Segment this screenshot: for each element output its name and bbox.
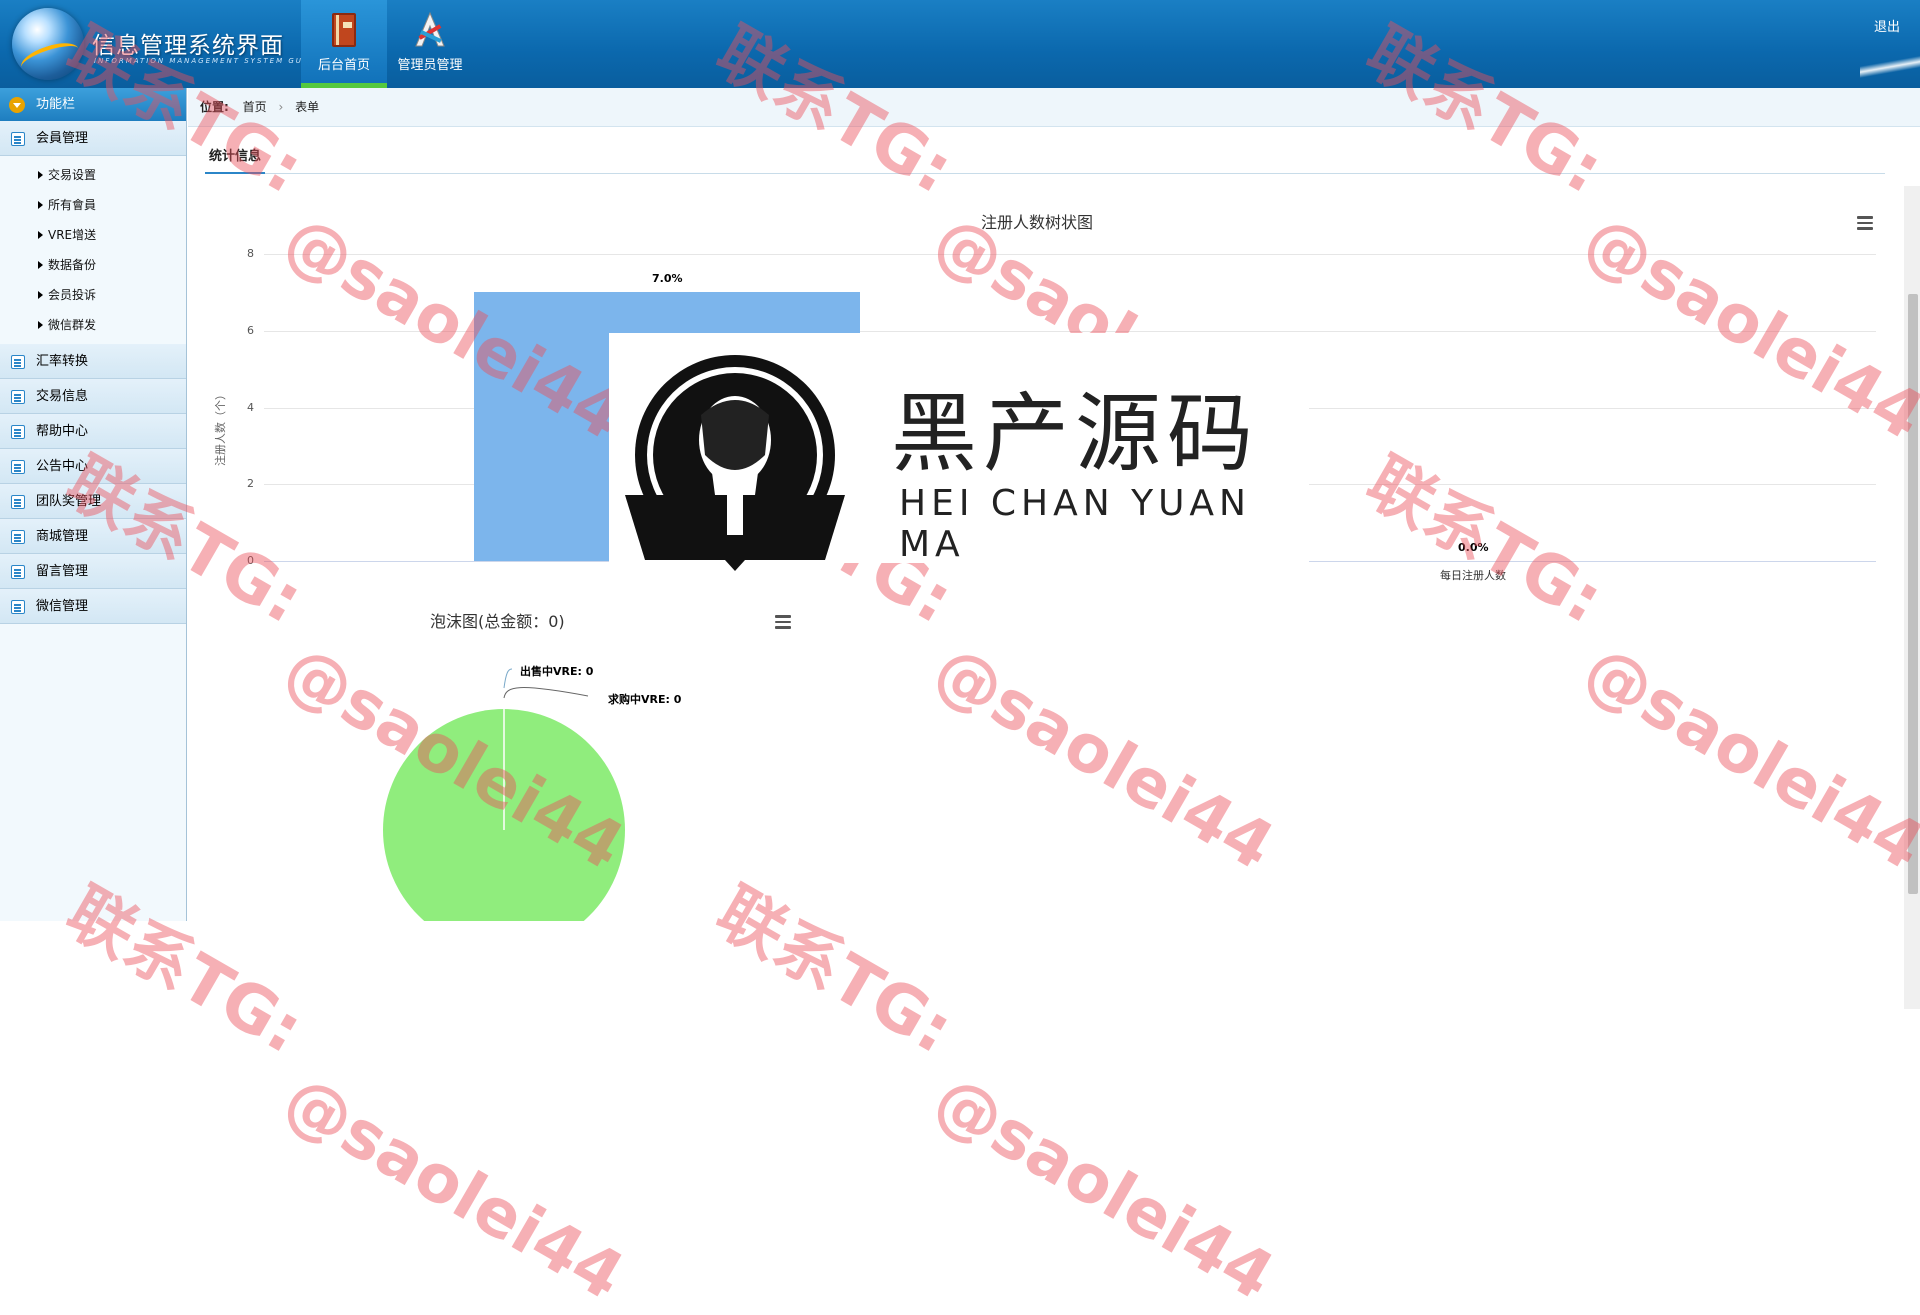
sidebar-item-backup[interactable]: 数据备份 bbox=[0, 250, 186, 280]
edit-icon bbox=[11, 460, 25, 474]
brand-name-en: HEI CHAN YUAN MA bbox=[899, 483, 1309, 565]
calendar-icon bbox=[11, 530, 25, 544]
app-subtitle: INFORMATION MANAGEMENT SYSTEM GUI bbox=[94, 57, 307, 65]
sidebar-group-help[interactable]: 帮助中心 bbox=[0, 414, 186, 449]
pie-connector-1 bbox=[504, 669, 512, 688]
bar-chart-category-label: 每日注册人数 bbox=[1440, 567, 1506, 583]
bar-chart-data-label: 0.0% bbox=[1458, 541, 1489, 554]
watermark-text: @saolei44 bbox=[922, 1060, 1287, 1315]
edit-icon bbox=[11, 425, 25, 439]
tab-home[interactable]: 后台首页 bbox=[301, 0, 387, 88]
sidebar: 功能栏 会員管理 交易设置 所有會員 VRE增送 数据备份 会员投诉 微信群发 … bbox=[0, 88, 187, 921]
sidebar-group-label: 汇率转换 bbox=[36, 354, 88, 369]
edit-icon bbox=[11, 565, 25, 579]
calendar-icon bbox=[11, 495, 25, 509]
sidebar-group-label: 会員管理 bbox=[36, 131, 88, 146]
chat-icon bbox=[11, 355, 25, 369]
brand-name-cn: 黑产源码 bbox=[891, 363, 1259, 488]
sidebar-item-trade-settings[interactable]: 交易设置 bbox=[0, 160, 186, 190]
header-decoration bbox=[1860, 40, 1920, 88]
sidebar-group-label: 帮助中心 bbox=[36, 424, 88, 439]
sidebar-group-members[interactable]: 会員管理 bbox=[0, 121, 186, 156]
logout-link[interactable]: 退出 bbox=[1874, 16, 1900, 35]
sidebar-group-exchange[interactable]: 汇率转换 bbox=[0, 344, 186, 379]
sidebar-item-wechat-broadcast[interactable]: 微信群发 bbox=[0, 310, 186, 340]
scrollbar-thumb[interactable] bbox=[1908, 294, 1918, 894]
sidebar-group-team-bonus[interactable]: 团队奖管理 bbox=[0, 484, 186, 519]
sidebar-group-mall[interactable]: 商城管理 bbox=[0, 519, 186, 554]
pie-connector-2 bbox=[504, 688, 588, 698]
pie-label-selling: 出售中VRE: 0 bbox=[520, 663, 593, 679]
sidebar-group-notices[interactable]: 公告中心 bbox=[0, 449, 186, 484]
chat-icon bbox=[11, 600, 25, 614]
sidebar-sub-list: 交易设置 所有會員 VRE增送 数据备份 会员投诉 微信群发 bbox=[0, 156, 186, 344]
tab-admin[interactable]: 管理员管理 bbox=[387, 0, 473, 88]
top-header: 信息管理系统界面 INFORMATION MANAGEMENT SYSTEM G… bbox=[0, 0, 1920, 88]
sidebar-title[interactable]: 功能栏 bbox=[0, 88, 186, 121]
brand-logo-icon bbox=[615, 345, 855, 571]
watermark-text: @saolei44 bbox=[272, 1060, 637, 1315]
sidebar-group-label: 微信管理 bbox=[36, 599, 88, 614]
sidebar-group-label: 团队奖管理 bbox=[36, 494, 101, 509]
pie-label-buying: 求购中VRE: 0 bbox=[608, 691, 681, 707]
sidebar-group-label: 交易信息 bbox=[36, 389, 88, 404]
sidebar-group-label: 公告中心 bbox=[36, 459, 88, 474]
list-icon bbox=[11, 390, 25, 404]
tools-icon bbox=[410, 10, 450, 50]
sidebar-title-label: 功能栏 bbox=[36, 97, 75, 112]
sidebar-group-label: 商城管理 bbox=[36, 529, 88, 544]
sidebar-group-messages[interactable]: 留言管理 bbox=[0, 554, 186, 589]
tab-admin-label: 管理员管理 bbox=[397, 58, 462, 73]
tab-home-label: 后台首页 bbox=[318, 58, 370, 73]
book-icon bbox=[324, 10, 364, 50]
bar-chart-title: 注册人数树状图 bbox=[981, 209, 1093, 233]
sidebar-item-complaints[interactable]: 会员投诉 bbox=[0, 280, 186, 310]
sidebar-group-wechat[interactable]: 微信管理 bbox=[0, 589, 186, 624]
vertical-scrollbar[interactable] bbox=[1904, 186, 1920, 1009]
chevron-down-icon bbox=[9, 97, 25, 113]
sidebar-item-vre-gift[interactable]: VRE增送 bbox=[0, 220, 186, 250]
bar-chart-menu-icon[interactable] bbox=[1857, 216, 1873, 230]
sidebar-item-all-members[interactable]: 所有會員 bbox=[0, 190, 186, 220]
logo-globe-icon bbox=[12, 8, 84, 80]
brand-overlay: 黑产源码 HEI CHAN YUAN MA bbox=[609, 333, 1309, 563]
list-icon bbox=[11, 132, 25, 146]
app-title: 信息管理系统界面 bbox=[92, 26, 284, 60]
sidebar-group-label: 留言管理 bbox=[36, 564, 88, 579]
sidebar-group-trades[interactable]: 交易信息 bbox=[0, 379, 186, 414]
